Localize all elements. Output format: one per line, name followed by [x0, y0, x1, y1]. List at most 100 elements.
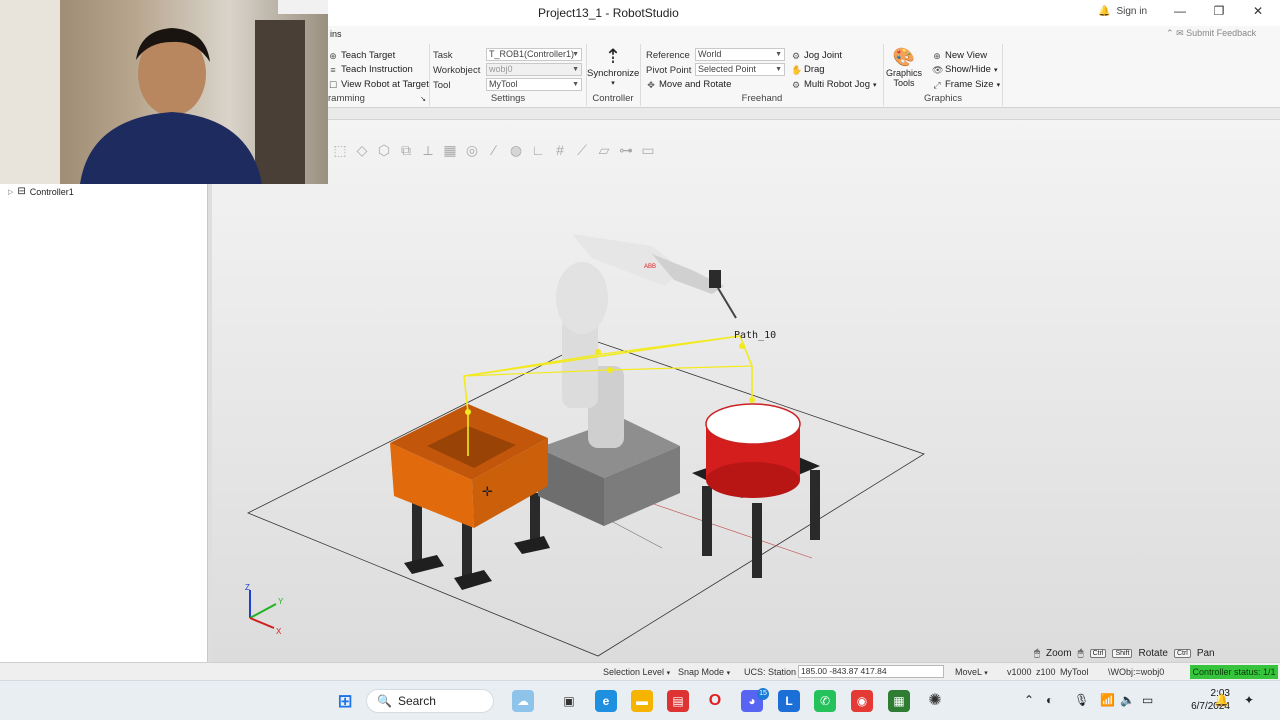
graphics-tools-label: Graphics Tools [885, 68, 922, 88]
submit-feedback-link[interactable]: ⌃ ✉ Submit Feedback [1166, 28, 1256, 39]
group-label-freehand: Freehand [741, 93, 783, 104]
reference-label: Reference [646, 50, 690, 61]
move-and-rotate-button[interactable]: ✥ Move and Rotate [646, 79, 731, 90]
jog-joint-button[interactable]: ⚙ Jog Joint [791, 50, 842, 61]
l-app-icon[interactable]: L [778, 690, 800, 712]
task-dropdown[interactable]: T_ROB1(Controller1) ▼ [486, 48, 582, 61]
robotstudio-icon[interactable]: ◉ [851, 690, 873, 712]
synchronize-button[interactable]: ⇡ Synchronize ▾ [587, 46, 639, 87]
view-robot-at-target-label: View Robot at Target [341, 79, 429, 90]
group-controller: ⇡ Synchronize ▾ Controller [587, 44, 639, 106]
path-target[interactable] [739, 343, 745, 349]
status-bar: Selection Level ▾ Snap Mode ▾ UCS: Stati… [0, 662, 1280, 680]
selection-level-dropdown[interactable]: Selection Level ▾ [603, 667, 670, 677]
sign-in-area[interactable]: 🔔 Sign in [1098, 6, 1147, 17]
copilot-icon[interactable]: ✦ [1244, 693, 1254, 707]
snap-mode-dropdown[interactable]: Snap Mode ▾ [678, 667, 730, 677]
webcam-shirt [80, 112, 262, 184]
chevron-right-icon[interactable]: ▷ [8, 188, 13, 196]
tool-status-dropdown[interactable]: MyTool [1060, 667, 1089, 677]
task-view-icon[interactable]: ▣ [558, 690, 580, 712]
dialog-launcher-icon[interactable]: ↘ [420, 95, 426, 103]
robot-tool [709, 270, 721, 288]
chevron-up-icon[interactable]: ⌃ [1166, 28, 1174, 38]
bell-icon[interactable]: 🔔 [1214, 693, 1229, 707]
rotate-hint: Rotate [1138, 648, 1168, 659]
zoom-hint: Zoom [1046, 648, 1072, 659]
new-view-button[interactable]: ⊕ New View [932, 50, 987, 61]
group-settings: Task T_ROB1(Controller1) ▼ Workobject wob… [430, 44, 586, 106]
search-icon: 🔍 [377, 694, 392, 708]
bell-icon[interactable]: 🔔 [1098, 6, 1110, 17]
task-value: T_ROB1(Controller1) [489, 49, 575, 59]
wifi-icon[interactable]: 📶 [1100, 693, 1115, 707]
restore-button[interactable]: ❐ [1209, 4, 1229, 22]
controller-status-badge[interactable]: Controller status: 1/1 [1190, 665, 1278, 679]
wobj-status-dropdown[interactable]: \WObj:=wobj0 [1108, 667, 1164, 677]
close-button[interactable]: ✕ [1248, 4, 1268, 22]
motion-type-dropdown[interactable]: MoveL ▾ [955, 667, 988, 677]
path-target[interactable] [749, 397, 755, 403]
file-explorer-icon[interactable]: ▬ [631, 690, 653, 712]
tree-item-controller[interactable]: ▷ ⊟ Controller1 [8, 186, 74, 197]
frame-size-button[interactable]: ⤢ Frame Size ▾ [932, 79, 1000, 90]
chevron-down-icon: ▼ [572, 51, 579, 58]
orange-table-foot [404, 555, 444, 574]
edge-icon[interactable]: e [595, 690, 617, 712]
sign-in-link[interactable]: Sign in [1116, 6, 1147, 17]
pivot-point-value: Selected Point [698, 64, 757, 74]
minimize-button[interactable]: — [1170, 4, 1190, 22]
pivot-point-dropdown[interactable]: Selected Point ▼ [695, 63, 785, 76]
zone-dropdown[interactable]: z100 [1036, 667, 1056, 677]
widgets-icon[interactable]: ☁ [512, 690, 534, 712]
volume-icon[interactable]: 🔈 [1120, 693, 1135, 707]
ribbon-separator [1002, 44, 1003, 106]
taskbar-search-label: Search [397, 694, 436, 708]
multi-robot-icon: ⚙ [791, 79, 801, 90]
synchronize-icon: ⇡ [604, 46, 622, 68]
chevron-up-icon[interactable]: ⌃ [1024, 693, 1034, 707]
graphics-tools-button[interactable]: 🎨 Graphics Tools [884, 46, 924, 88]
path-target[interactable] [595, 349, 601, 355]
tool-status-label: MyTool [1060, 667, 1089, 677]
3d-viewport[interactable]: ⬚ ◇ ⬡ ⧉ ⟂ ▦ ◎ ∕ ◍ ∟ # ⟋ ▱ ⊶ ▭ ABB Path_1… [212, 108, 1280, 662]
battery-icon[interactable]: ▭ [1142, 693, 1153, 707]
drag-button[interactable]: ✋ Drag [791, 64, 825, 75]
teach-instruction-button[interactable]: ≡ Teach Instruction [328, 64, 412, 75]
drum-table-leg [752, 503, 762, 578]
taskbar-search[interactable]: 🔍 Search [366, 689, 494, 713]
microphone-icon[interactable]: 🎙 [1074, 693, 1089, 707]
opera-icon[interactable]: O [704, 690, 726, 712]
workobject-value: wobj0 [489, 64, 513, 74]
feedback-icon: ✉ [1176, 28, 1184, 38]
axis-y-label: Y [278, 597, 284, 606]
ribbon-tab-fragment[interactable]: ins [330, 29, 342, 39]
group-label-controller: Controller [592, 93, 634, 104]
app-icon[interactable]: ▤ [667, 690, 689, 712]
axis-x-line [249, 617, 275, 629]
path-target[interactable] [465, 409, 471, 415]
speed-dropdown[interactable]: v1000 [1007, 667, 1032, 677]
whatsapp-icon[interactable]: ✆ [814, 690, 836, 712]
group-label-graphics: Graphics [923, 93, 962, 104]
cursor-icon: ✛ [482, 484, 493, 499]
headset-icon[interactable]: ◐ [1046, 693, 1053, 707]
path-target[interactable] [607, 367, 613, 373]
coordinates-field[interactable]: 185.00 -843.87 417.84 [798, 665, 944, 678]
multi-robot-jog-button[interactable]: ⚙ Multi Robot Jog ▾ [791, 79, 877, 90]
pan-hint: Pan [1196, 648, 1215, 659]
group-programming: ⊕ Teach Target ≡ Teach Instruction ☐ View R… [328, 44, 429, 106]
windows-start-icon[interactable]: ⊞ [334, 690, 356, 712]
group-graphics: 🎨 Graphics Tools ⊕ New View 👁 Show/Hide ▾ ⤢… [884, 44, 1002, 106]
wobj-status-label: \WObj:=wobj0 [1108, 667, 1165, 677]
shift-key: Shift [1112, 649, 1133, 658]
tool-dropdown[interactable]: MyTool ▼ [486, 78, 582, 91]
view-robot-at-target-button[interactable]: ☐ View Robot at Target [328, 79, 429, 90]
path-label: Path_10 [734, 330, 776, 341]
teach-target-button[interactable]: ⊕ Teach Target [328, 50, 395, 61]
chatgpt-icon[interactable]: ✺ [924, 690, 946, 712]
show-hide-button[interactable]: 👁 Show/Hide ▾ [932, 64, 997, 75]
reference-dropdown[interactable]: World ▼ [695, 48, 785, 61]
app-icon-green[interactable]: ▦ [888, 690, 910, 712]
workobject-dropdown[interactable]: wobj0 ▼ [486, 63, 582, 76]
